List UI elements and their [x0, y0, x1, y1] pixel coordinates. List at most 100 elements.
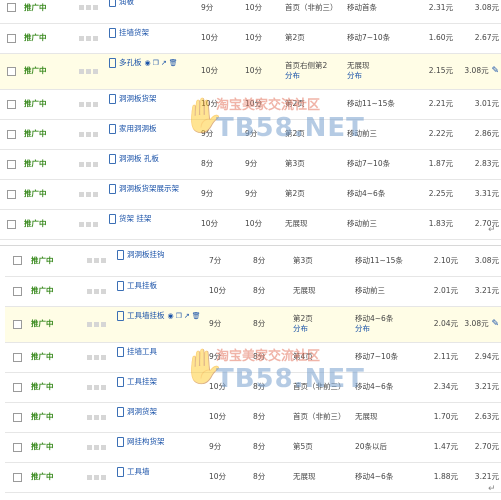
avg-cell: 2.63元 — [460, 402, 501, 433]
keyword-title[interactable]: 货架 挂架 — [119, 214, 151, 223]
phone-icon — [117, 436, 124, 447]
table-row: 推广中 润板 9分 10分 首页（非前三） 移动首条 2.31元 3.08元 — [0, 0, 501, 24]
checkbox-icon[interactable] — [6, 66, 16, 76]
keyword-title[interactable]: 工具墙 — [127, 467, 150, 476]
keyword-title[interactable]: 洞洞板挂钩 — [127, 250, 165, 259]
pc-price: 9分 — [207, 432, 251, 463]
copy-icon[interactable]: ❐ — [176, 311, 182, 321]
mobile-price: 10分 — [243, 53, 283, 90]
keyword-title[interactable]: 洞洞货架 — [127, 407, 157, 416]
quality-square-icon — [87, 258, 92, 264]
checkbox-icon[interactable] — [12, 382, 22, 392]
chart-icon[interactable]: ↗ — [184, 311, 190, 321]
chart-icon[interactable]: ↗ — [161, 58, 167, 68]
phone-icon — [117, 346, 124, 357]
checkbox-icon[interactable] — [6, 33, 16, 43]
pc-rank-value: 首页（非前三） — [293, 412, 346, 421]
checkbox-icon[interactable] — [6, 3, 16, 13]
keyword-cell: 工具墙 — [115, 462, 207, 493]
keyword-title[interactable]: 挂墙货架 — [119, 28, 149, 37]
checkbox-icon[interactable] — [12, 319, 22, 329]
trash-icon[interactable]: 🗑 — [192, 311, 201, 321]
avg-cell: 3.08元 — [455, 0, 501, 24]
pencil-icon[interactable]: ✎ — [489, 66, 499, 76]
checkbox-icon[interactable] — [6, 99, 16, 109]
checkbox-icon[interactable] — [6, 189, 16, 199]
quality-square-icon — [79, 101, 84, 107]
status-badge: 推广中 — [31, 352, 54, 361]
mobile-rank: 移动11~15条 — [345, 89, 408, 120]
avg-cell: 3.21元 — [460, 372, 501, 403]
checkbox-cell — [5, 276, 29, 307]
checkbox-cell — [0, 119, 22, 150]
mobile-distribution-link[interactable]: 分布 — [347, 71, 406, 81]
avg-cell: 3.08元 ✎ — [455, 53, 501, 90]
keyword-title[interactable]: 网挂构货架 — [127, 437, 165, 446]
globe-icon[interactable]: ◉ — [145, 58, 151, 68]
globe-icon[interactable]: ◉ — [168, 311, 174, 321]
checkbox-icon[interactable] — [12, 352, 22, 362]
table-row: 推广中 挂墙货架 10分 10分 第2页 移动7~10条 1.60元 2.67元 — [0, 23, 501, 54]
status-badge: 推广中 — [31, 286, 54, 295]
checkbox-icon[interactable] — [12, 442, 22, 452]
keyword-title[interactable]: 工具墙挂板 — [127, 311, 165, 320]
checkbox-icon[interactable] — [12, 472, 22, 482]
rank-distribution-link[interactable]: 分布 — [293, 324, 351, 334]
avg-value: 2.86元 — [474, 129, 499, 138]
keyword-title[interactable]: 工具挂架 — [127, 377, 157, 386]
keyword-title[interactable]: 洞洞板货架展示架 — [119, 184, 179, 193]
avg-cell: 2.83元 — [455, 149, 501, 180]
mobile-price: 8分 — [251, 246, 291, 277]
checkbox-icon[interactable] — [6, 219, 16, 229]
avg-value: 2.63元 — [474, 412, 499, 421]
quality-cell — [77, 179, 107, 210]
table-row: 推广中 挂墙工具 9分 8分 第4页 移动7~10条 2.11元 2.94元 — [5, 342, 501, 373]
keyword-title[interactable]: 工具挂板 — [127, 281, 157, 290]
quality-square-icon — [87, 474, 92, 480]
mobile-rank-value: 移动11~15条 — [355, 255, 403, 265]
copy-icon[interactable]: ❐ — [153, 58, 159, 68]
mobile-rank: 移动11~15条 — [353, 246, 415, 277]
quality-square-icon — [93, 35, 98, 41]
pc-price: 7分 — [207, 246, 251, 277]
quality-square-icon — [101, 384, 106, 390]
keyword-title[interactable]: 洞洞板货架 — [119, 94, 157, 103]
keyword-title[interactable]: 挂墙工具 — [127, 347, 157, 356]
quality-square-icon — [101, 354, 106, 360]
quality-cell — [85, 432, 115, 463]
status-cell: 推广中 — [22, 89, 77, 120]
rank-distribution-link[interactable]: 分布 — [285, 71, 343, 81]
keyword-title[interactable]: 多孔板 — [119, 58, 142, 67]
checkbox-cell — [0, 0, 22, 24]
pencil-icon[interactable]: ✎ — [489, 319, 499, 329]
checkbox-icon[interactable] — [12, 286, 22, 296]
pc-price: 8分 — [199, 149, 243, 180]
keyword-title[interactable]: 洞洞板 孔板 — [119, 154, 159, 163]
keyword-title[interactable]: 家用洞洞板 — [119, 124, 157, 133]
checkbox-icon[interactable] — [6, 129, 16, 139]
phone-icon — [109, 0, 116, 7]
cost-cell: 2.11元 — [415, 342, 460, 373]
keyword-cell: 挂墙货架 — [107, 23, 199, 54]
trash-icon[interactable]: 🗑 — [169, 58, 178, 68]
keyword-cell: 洞洞板货架展示架 — [107, 179, 199, 210]
keyword-cell: 洞洞货架 — [115, 402, 207, 433]
keyword-title[interactable]: 润板 — [119, 0, 134, 6]
checkbox-icon[interactable] — [12, 256, 22, 266]
mobile-distribution-link[interactable]: 分布 — [355, 324, 413, 334]
checkbox-icon[interactable] — [6, 159, 16, 169]
pc-price: 9分 — [199, 0, 243, 24]
keyword-table-bottom: 推广中 洞洞板挂钩 7分 8分 第3页 移动11~15条 2.10元 3.08元 推广中 工具挂板… — [5, 246, 501, 493]
quality-square-icon — [93, 68, 98, 74]
phone-icon — [117, 250, 124, 260]
mobile-price: 10分 — [243, 209, 283, 240]
quality-square-icon — [94, 354, 99, 360]
quality-square-icon — [93, 191, 98, 197]
checkbox-icon[interactable] — [12, 412, 22, 422]
pc-price: 10分 — [199, 23, 243, 54]
quality-square-icon — [93, 5, 98, 11]
cost-cell: 2.10元 — [415, 246, 460, 277]
pc-rank-value: 无展现 — [285, 219, 308, 228]
pc-rank: 无展现 — [291, 462, 353, 493]
cost-cell: 1.47元 — [415, 432, 460, 463]
